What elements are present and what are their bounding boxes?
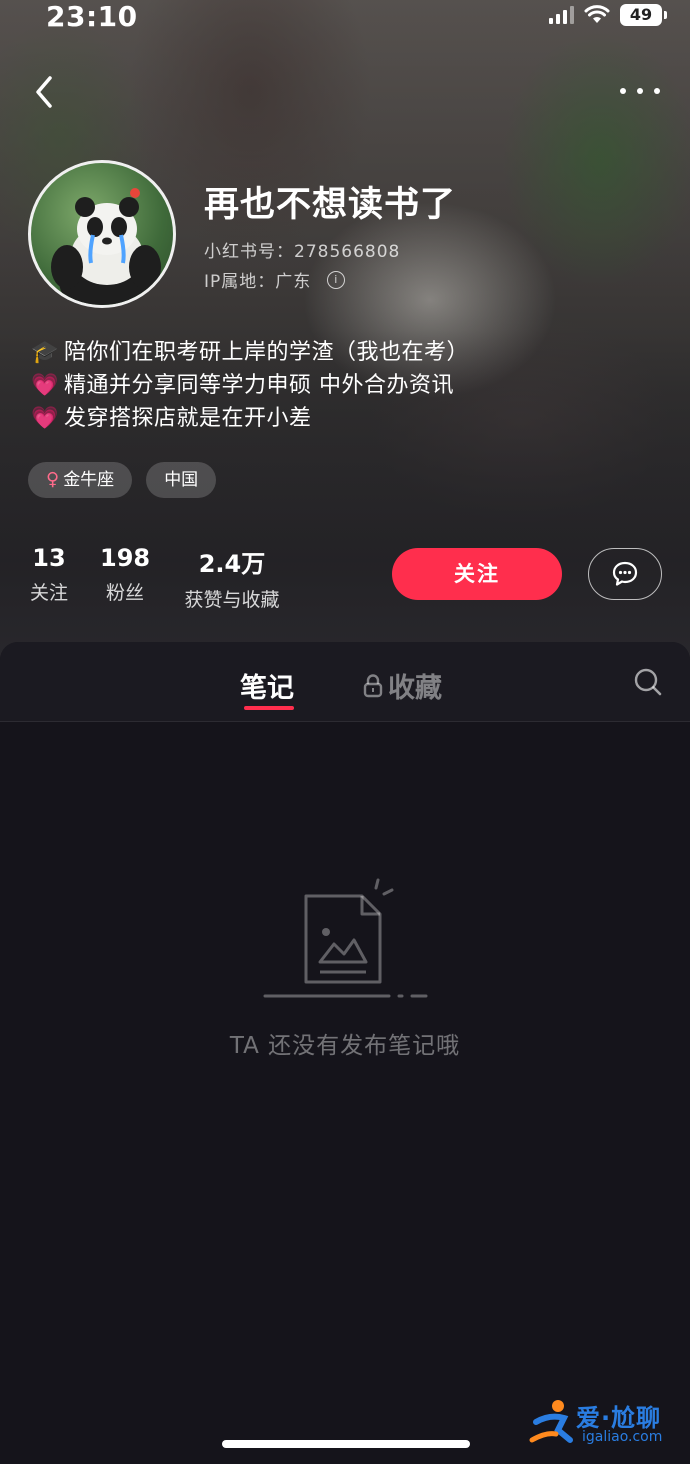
empty-notes-illustration (263, 878, 428, 998)
tag-label: 金牛座 (63, 470, 115, 490)
tab-collections-label: 收藏 (388, 673, 442, 704)
chevron-left-icon[interactable] (28, 72, 64, 112)
profile-bio: 🎓 陪你们在职考研上岸的学渣（我也在考） 💗 精通并分享同等学力申硕 中外合办资… (30, 336, 469, 435)
status-icons: 49 (549, 4, 667, 26)
profile-nickname: 再也不想读书了 (204, 185, 457, 225)
message-button[interactable] (588, 548, 662, 600)
search-icon[interactable] (632, 666, 664, 698)
info-icon[interactable]: i (327, 270, 346, 289)
status-time: 23:10 (46, 0, 138, 33)
stat-value: 2.4万 (198, 550, 266, 578)
bio-text: 精通并分享同等学力申硕 中外合办资讯 (64, 373, 454, 398)
bio-line: 💗 发穿搭探店就是在开小差 (30, 402, 469, 435)
bio-text: 陪你们在职考研上岸的学渣（我也在考） (64, 340, 470, 365)
stat-label: 粉丝 (105, 582, 144, 604)
battery-icon: 49 (620, 4, 667, 26)
graduation-cap-icon: 🎓 (31, 340, 59, 365)
watermark-title: 爱·尬聊 (576, 1404, 662, 1432)
stat-following[interactable]: 13 关注 (28, 544, 70, 605)
avatar[interactable] (28, 160, 176, 308)
stat-value: 13 (32, 544, 66, 572)
female-icon: ♀ (46, 469, 60, 490)
red-id: 小红书号：278566808 (204, 242, 401, 262)
empty-state-text: TA 还没有发布笔记哦 (229, 1033, 461, 1059)
tag-label: 中国 (164, 470, 199, 490)
home-indicator[interactable] (222, 1440, 470, 1448)
chat-bubble-icon (612, 561, 638, 586)
profile-tags: ♀ 金牛座 中国 (28, 462, 217, 498)
follow-button[interactable]: 关注 (392, 548, 562, 600)
more-icon[interactable] (620, 84, 660, 98)
bio-line: 🎓 陪你们在职考研上岸的学渣（我也在考） (30, 336, 469, 369)
site-watermark: 爱·尬聊 igaliao.com (528, 1396, 680, 1452)
tab-notes[interactable]: 笔记 (240, 666, 294, 705)
heart-icon: 💗 (31, 406, 59, 431)
stat-value: 198 (100, 544, 151, 572)
signal-icon (549, 6, 574, 24)
wifi-icon (584, 5, 610, 23)
heart-icon: 💗 (31, 373, 59, 398)
ip-location: IP属地：广东 i (204, 267, 346, 292)
stat-followers[interactable]: 198 粉丝 (100, 544, 150, 605)
active-tab-indicator (244, 706, 294, 710)
panda-avatar-image (51, 188, 161, 305)
content-panel: 笔记 收藏 TA 还没有发布笔记哦 (0, 642, 690, 1464)
stat-likes-collects[interactable]: 2.4万 获赞与收藏 (180, 544, 284, 612)
ip-location-text: IP属地：广东 (204, 272, 312, 292)
lock-icon (363, 673, 383, 697)
tab-bar: 笔记 收藏 (0, 642, 690, 722)
bio-line: 💗 精通并分享同等学力申硕 中外合办资讯 (30, 369, 469, 402)
stat-label: 获赞与收藏 (184, 589, 280, 611)
stat-label: 关注 (29, 582, 68, 604)
runner-logo-icon (529, 1400, 573, 1443)
tag-zodiac: ♀ 金牛座 (28, 462, 133, 498)
watermark-url: igaliao.com (582, 1429, 663, 1445)
tab-collections[interactable]: 收藏 (362, 666, 442, 705)
tag-region: 中国 (146, 462, 217, 498)
bio-text: 发穿搭探店就是在开小差 (64, 406, 312, 431)
